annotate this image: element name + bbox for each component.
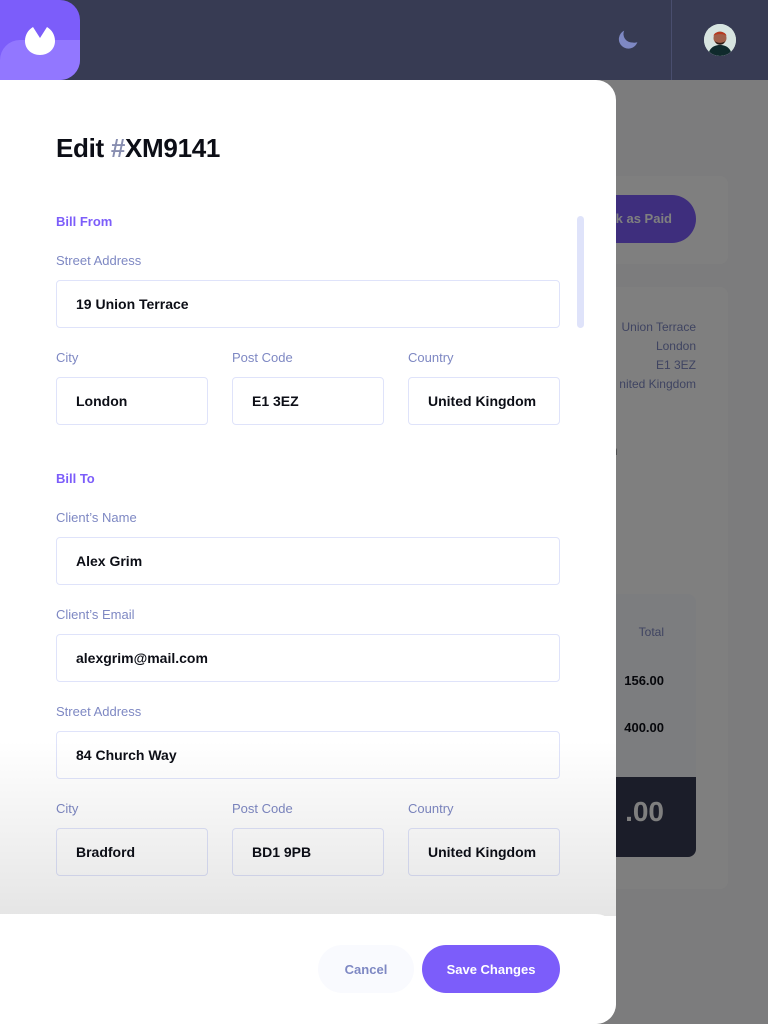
bill-from-heading: Bill From <box>56 214 113 229</box>
brand-logo-icon <box>25 27 55 55</box>
to-country-label: Country <box>408 801 454 816</box>
from-country-input[interactable] <box>408 377 560 425</box>
client-name-input[interactable] <box>56 537 560 585</box>
cancel-button[interactable]: Cancel <box>318 945 414 993</box>
header-divider <box>671 0 672 80</box>
avatar-image <box>704 24 736 56</box>
to-city-label: City <box>56 801 79 816</box>
from-street-label: Street Address <box>56 253 142 268</box>
bill-to-heading: Bill To <box>56 471 95 486</box>
client-email-label: Client’s Email <box>56 607 135 622</box>
title-hash: # <box>110 133 126 163</box>
client-email-input[interactable] <box>56 634 560 682</box>
brand-logo[interactable] <box>0 0 80 80</box>
to-street-input[interactable] <box>56 731 560 779</box>
moon-icon[interactable] <box>617 29 639 51</box>
user-avatar[interactable] <box>704 24 736 56</box>
to-city-input[interactable] <box>56 828 208 876</box>
from-city-label: City <box>56 350 79 365</box>
to-postcode-input[interactable] <box>232 828 384 876</box>
edit-invoice-drawer: Edit #XM9141 Bill From Street Address Ci… <box>0 80 616 1024</box>
from-postcode-label: Post Code <box>232 350 293 365</box>
top-bar <box>0 0 768 80</box>
from-postcode-input[interactable] <box>232 377 384 425</box>
invoice-id: XM9141 <box>125 133 221 163</box>
to-street-label: Street Address <box>56 704 142 719</box>
to-country-input[interactable] <box>408 828 560 876</box>
title-prefix: Edit <box>56 133 111 163</box>
save-changes-button[interactable]: Save Changes <box>422 945 560 993</box>
from-street-input[interactable] <box>56 280 560 328</box>
from-city-input[interactable] <box>56 377 208 425</box>
client-name-label: Client’s Name <box>56 510 137 525</box>
drawer-footer: Cancel Save Changes <box>0 914 616 1024</box>
drawer-title: Edit #XM9141 <box>56 133 220 164</box>
to-postcode-label: Post Code <box>232 801 293 816</box>
form-scrollbar[interactable] <box>577 216 584 328</box>
from-country-label: Country <box>408 350 454 365</box>
